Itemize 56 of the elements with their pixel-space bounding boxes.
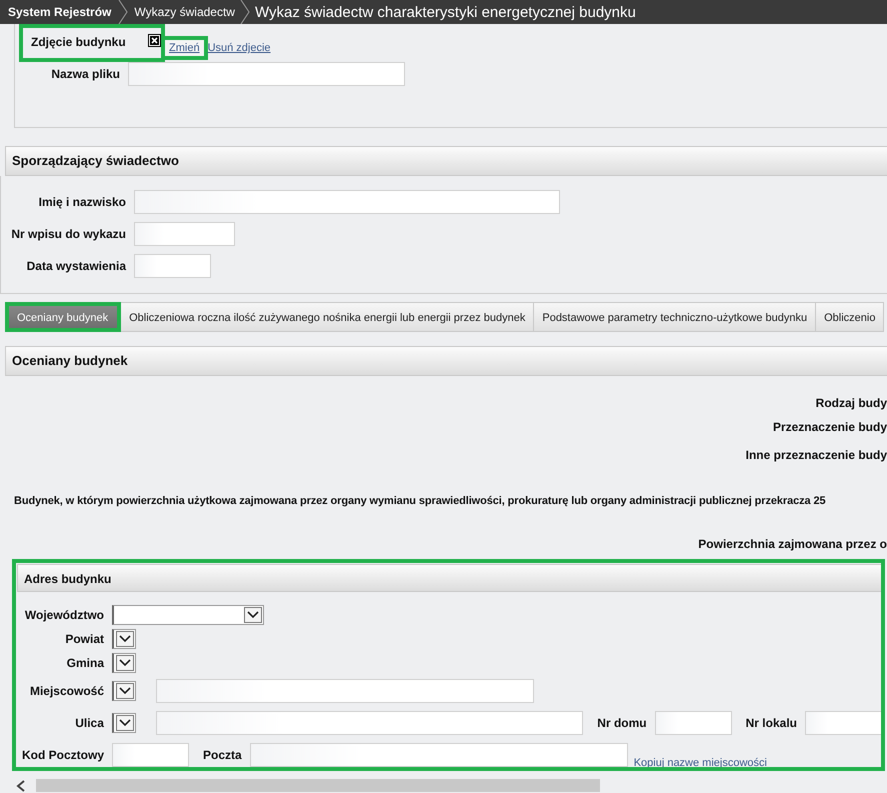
tab[interactable]: Obliczeniowa roczna ilość zużywanego nośnika energii lub energii przez budynek (121, 302, 534, 332)
text-field[interactable] (156, 679, 534, 703)
text-field[interactable] (156, 711, 584, 735)
dropdown[interactable] (112, 629, 136, 649)
breadcrumb-link[interactable]: System Rejestrów (0, 5, 118, 19)
field-label: Miejscowość (28, 684, 105, 698)
dropdown[interactable] (112, 713, 136, 733)
field-label: Powiat (64, 632, 105, 646)
text-field[interactable] (805, 711, 882, 735)
text-field[interactable] (134, 222, 235, 246)
field-label: Nr lokalu (744, 716, 798, 730)
dropdown[interactable] (112, 653, 136, 673)
text-field[interactable] (112, 743, 189, 767)
chevron-separator-icon (117, 0, 130, 24)
breadcrumb-link[interactable]: Wykazy świadectw (129, 5, 239, 19)
text-field[interactable] (134, 190, 560, 214)
scrollbar-thumb[interactable] (36, 779, 600, 792)
field-label: Nr wpisu do wykazu (10, 227, 127, 241)
photo-link[interactable]: Usuń zdjecie (204, 40, 275, 56)
field-label: Nazwa pliku (50, 67, 121, 81)
chevron-down-icon (116, 631, 134, 647)
chevron-separator-icon (238, 0, 251, 24)
field-label: Powierzchnia zajmowana przez o (698, 537, 887, 551)
copy-link[interactable]: Kopiuj nazwe miejscowości (634, 757, 767, 769)
chevron-down-icon (116, 683, 134, 699)
scroll-left-icon[interactable] (16, 780, 26, 792)
text-field[interactable] (250, 743, 628, 767)
field-label: Inne przeznaczenie budy (746, 448, 887, 462)
field-label: Nr domu (596, 716, 648, 730)
field-label: Rodzaj budy (816, 396, 887, 410)
chevron-down-icon (116, 715, 134, 731)
dropdown[interactable] (112, 681, 136, 701)
page-title: Wykaz świadectw charakterystyki energetycznej budynku (254, 4, 637, 20)
field-label: Data wystawienia (26, 259, 128, 273)
field-label: Poczta (202, 748, 243, 762)
section-header: Adres budynku (17, 564, 882, 592)
field-label: Imię i nazwisko (38, 195, 127, 209)
question-text: Budynek, w którym powierzchnia użytkowa zajmowana przez organy wymianu sprawiedliwości, prokuraturę lub organy administracji publicznej przekracza 25 (14, 495, 826, 507)
close-icon[interactable] (148, 34, 161, 47)
tab[interactable]: Podstawowe parametry techniczno-użytkowe budynku (534, 302, 816, 332)
field-label: Ulica (74, 716, 105, 730)
field-label: Kod Pocztowy (20, 748, 105, 762)
photo-label: Zdjęcie budynku (31, 35, 126, 49)
chevron-down-icon (244, 607, 262, 623)
photo-link[interactable]: Zmień (165, 40, 204, 56)
file-name-field[interactable] (128, 62, 405, 86)
field-label: Województwo (24, 608, 105, 622)
tab[interactable]: Obliczenio (816, 302, 884, 332)
text-field[interactable] (654, 711, 732, 735)
field-label: Przeznaczenie budy (772, 420, 887, 434)
tab[interactable]: Oceniany budynek (5, 302, 122, 332)
text-field[interactable] (134, 254, 211, 278)
section-header: Sporządzający świadectwo (5, 146, 887, 176)
field-label: Gmina (66, 656, 106, 670)
section-header: Oceniany budynek (5, 346, 887, 376)
chevron-down-icon (116, 655, 134, 671)
